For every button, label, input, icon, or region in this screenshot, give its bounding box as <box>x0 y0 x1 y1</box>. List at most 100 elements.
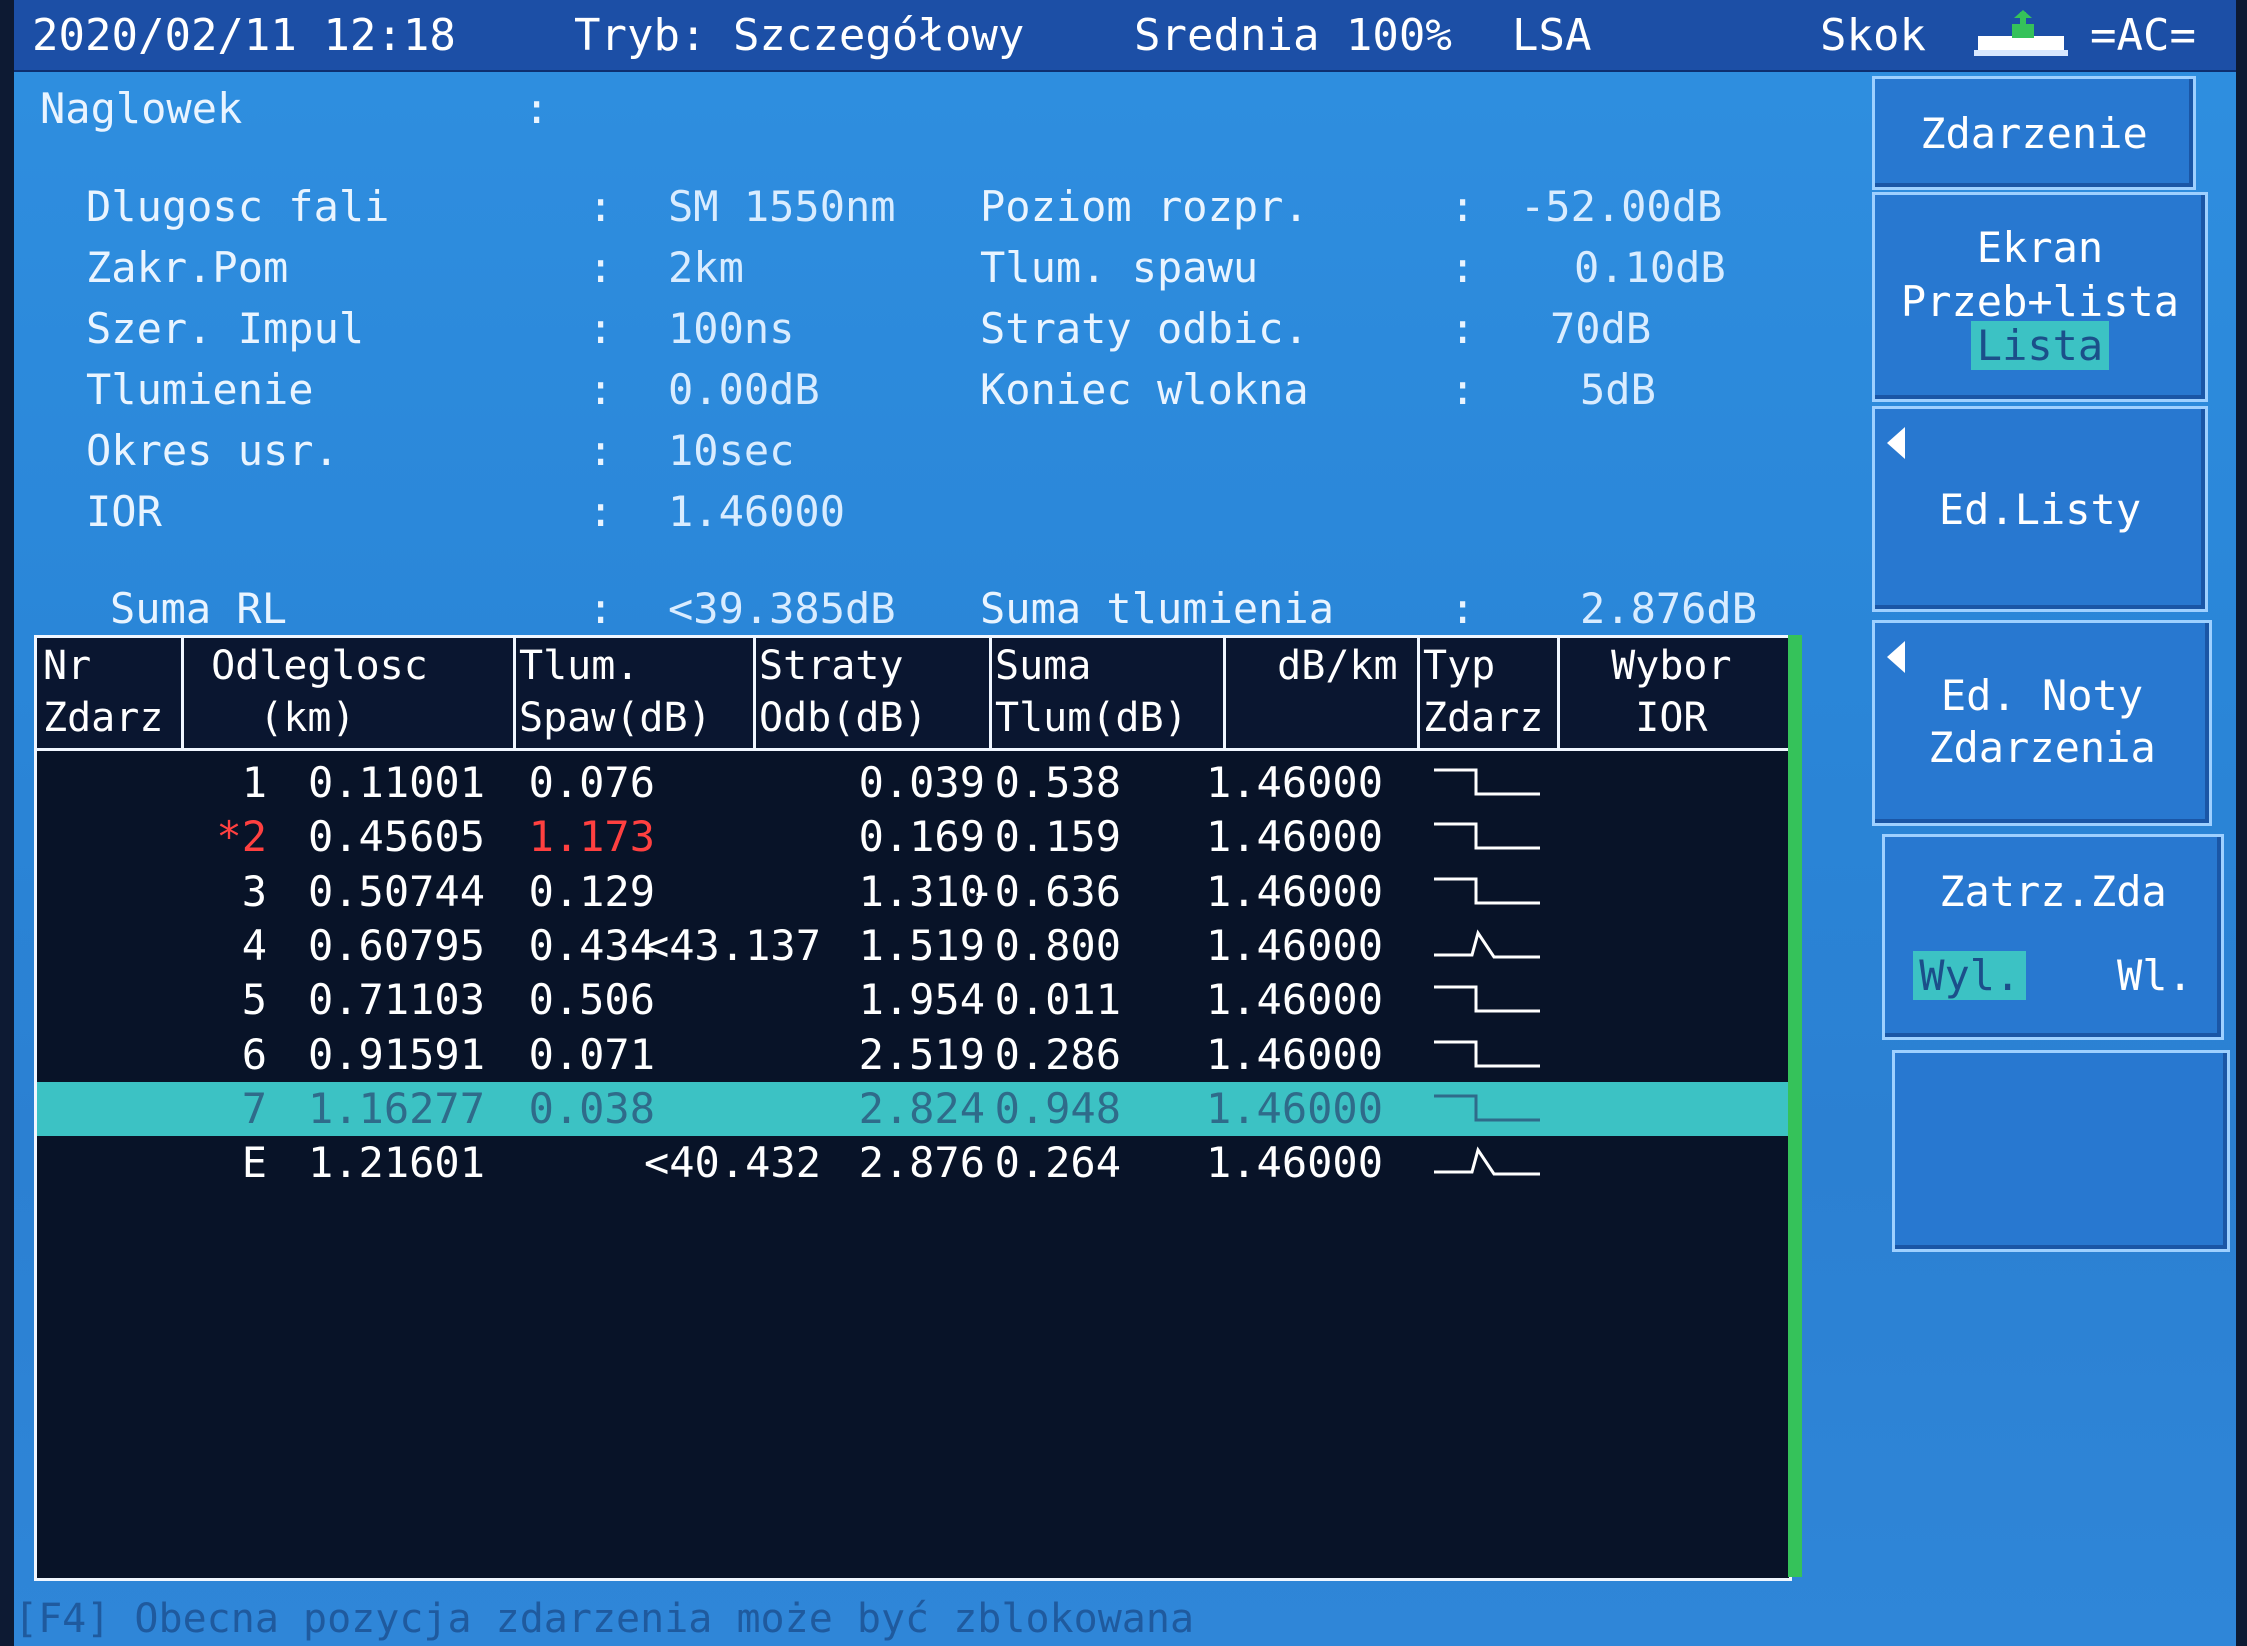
column-header-ior: Wybor IOR <box>1611 643 1732 741</box>
total-loss: 1.519 <box>858 920 985 970</box>
step-event-icon <box>1434 985 1540 1013</box>
event-number: 1 <box>241 758 267 807</box>
screen-softkey[interactable]: Ekran Przeb+lista Lista <box>1872 192 2208 402</box>
event-distance: 0.45605 <box>307 812 485 862</box>
splice-loss: 0.071 <box>528 1029 655 1079</box>
splice-loss: 0.129 <box>528 866 655 916</box>
param-value: 10sec <box>668 426 795 475</box>
lock-event-options: Wyl. Wl. <box>1885 951 2221 1000</box>
param-label: Tlum. spawu <box>980 243 1259 292</box>
step-event-icon <box>1434 768 1540 796</box>
lock-event-softkey[interactable]: Zatrz.Zda Wyl. Wl. <box>1882 834 2224 1040</box>
attenuation-db-km: 0.264 <box>994 1138 1121 1188</box>
event-distance: 0.91591 <box>307 1029 485 1079</box>
event-distance: 0.11001 <box>307 758 485 807</box>
suma-rl-label: Suma RL <box>110 584 288 633</box>
ior-value: 1.46000 <box>1205 812 1383 862</box>
ior-value: 1.46000 <box>1205 1138 1383 1188</box>
param-colon: : <box>588 426 614 475</box>
table-row[interactable]: *2 0.45605 1.173 0.169 0.159 1.46000 <box>37 810 1789 864</box>
datetime: 2020/02/11 12:18 <box>32 10 456 61</box>
suma-tl-value: 2.876dB <box>1580 584 1758 633</box>
splice-loss: 0.434 <box>528 920 655 970</box>
param-value: 5dB <box>1580 365 1656 414</box>
status-bar: 2020/02/11 12:18 Tryb: Szczegółowy Sredn… <box>14 0 2236 72</box>
column-header-db-km: dB/km <box>1229 643 1398 689</box>
param-value: 2km <box>668 243 744 292</box>
param-label: Zakr.Pom <box>86 243 289 292</box>
otdr-screen: 2020/02/11 12:18 Tryb: Szczegółowy Sredn… <box>14 0 2236 1646</box>
event-softkey[interactable]: Zdarzenie <box>1872 76 2196 190</box>
column-header-event-type: Typ Zdarz <box>1423 643 1544 741</box>
attenuation-db-km: 0.538 <box>994 758 1121 807</box>
lsa-label: LSA <box>1512 10 1592 61</box>
edit-list-softkey[interactable]: Ed.Listy <box>1872 406 2208 612</box>
table-row[interactable]: E 1.21601 <40.432 2.876 0.264 1.46000 <box>37 1136 1789 1190</box>
reflective-event-icon <box>1434 929 1540 959</box>
event-distance: 1.21601 <box>307 1138 485 1188</box>
total-loss: 2.876 <box>858 1138 985 1188</box>
edit-notes-label-2: Zdarzenia <box>1928 723 2156 772</box>
mode-label: Tryb: Szczegółowy <box>574 10 1025 61</box>
reflective-event-icon <box>1434 1146 1540 1176</box>
event-distance: 0.60795 <box>307 920 485 970</box>
column-header-reflectance: Straty Odb(dB) <box>759 643 928 741</box>
param-value: 0.10dB <box>1574 243 1726 292</box>
ior-value: 1.46000 <box>1205 758 1383 807</box>
table-header: Nr Zdarz Odleglosc (km) Tlum. Spaw(dB) S… <box>37 638 1789 751</box>
empty-softkey[interactable] <box>1892 1050 2230 1252</box>
step-event-icon <box>1434 1094 1540 1122</box>
step-event-icon <box>1434 822 1540 850</box>
reflectance: <43.137 <box>643 920 821 970</box>
table-row[interactable]: 6 0.91591 0.071 2.519 0.286 1.46000 <box>37 1028 1789 1082</box>
header-title-colon: : <box>524 84 550 133</box>
total-loss: 2.824 <box>858 1083 985 1133</box>
lock-off-option[interactable]: Wyl. <box>1913 951 2027 1000</box>
reflectance: <40.432 <box>643 1138 821 1188</box>
header-title: Naglowek <box>40 84 243 133</box>
param-colon: : <box>588 365 614 414</box>
param-value: 70dB <box>1550 304 1652 353</box>
average-label: Srednia 100% <box>1134 10 1452 61</box>
screen-softkey-title: Ekran <box>1976 223 2104 272</box>
param-label: Koniec wlokna <box>980 365 1309 414</box>
table-row-selected[interactable]: 7 1.16277 0.038 2.824 0.948 1.46000 <box>37 1081 1789 1136</box>
attenuation-db-km: -0.636 <box>969 866 1121 916</box>
param-label: IOR <box>86 487 162 536</box>
total-loss: 1.310 <box>858 866 985 916</box>
status-message: [F4] Obecna pozycja zdarzenia może być z… <box>14 1596 1195 1642</box>
screen-option-list: Lista <box>1875 321 2205 370</box>
ior-value: 1.46000 <box>1205 1083 1383 1133</box>
lock-on-option[interactable]: Wl. <box>2117 951 2193 1000</box>
ior-value: 1.46000 <box>1205 1029 1383 1079</box>
event-table: Nr Zdarz Odleglosc (km) Tlum. Spaw(dB) S… <box>34 635 1792 1581</box>
event-distance: 1.16277 <box>307 1083 485 1133</box>
event-number: 7 <box>241 1083 267 1133</box>
total-loss: 2.519 <box>858 1029 985 1079</box>
table-row[interactable]: 3 0.50744 0.129 1.310 -0.636 1.46000 <box>37 865 1789 919</box>
scrollbar[interactable] <box>1788 635 1802 1577</box>
event-softkey-label: Zdarzenie <box>1920 109 2148 158</box>
param-label: Poziom rozpr. <box>980 182 1309 231</box>
param-label: Okres usr. <box>86 426 339 475</box>
table-row[interactable]: 4 0.60795 0.434 <43.137 1.519 0.800 1.46000 <box>37 919 1789 973</box>
screen-option-trace-list: Przeb+lista <box>1900 277 2180 326</box>
param-colon: : <box>588 243 614 292</box>
column-header-total-loss: Suma Tlum(dB) <box>995 643 1188 741</box>
event-number: 5 <box>241 975 267 1025</box>
event-number: 4 <box>241 920 267 970</box>
suma-tl-label: Suma tlumienia <box>980 584 1335 633</box>
edit-notes-softkey[interactable]: Ed. Noty Zdarzenia <box>1872 620 2212 826</box>
attenuation-db-km: 0.800 <box>994 920 1121 970</box>
param-value: 1.46000 <box>668 487 846 536</box>
param-colon: : <box>1450 304 1476 353</box>
table-row[interactable]: 5 0.71103 0.506 1.954 0.011 1.46000 <box>37 973 1789 1027</box>
softkey-panel: Zdarzenie Ekran Przeb+lista Lista Ed.Lis… <box>1872 70 2236 1252</box>
ior-value: 1.46000 <box>1205 975 1383 1025</box>
param-label: Dlugosc fali <box>86 182 390 231</box>
table-row[interactable]: 1 0.11001 0.076 0.039 0.538 1.46000 <box>37 756 1789 810</box>
splice-loss: 0.506 <box>528 975 655 1025</box>
battery-charging-icon <box>1974 10 2068 56</box>
splice-loss: 0.038 <box>528 1083 655 1133</box>
splice-loss: 1.173 <box>528 812 655 862</box>
